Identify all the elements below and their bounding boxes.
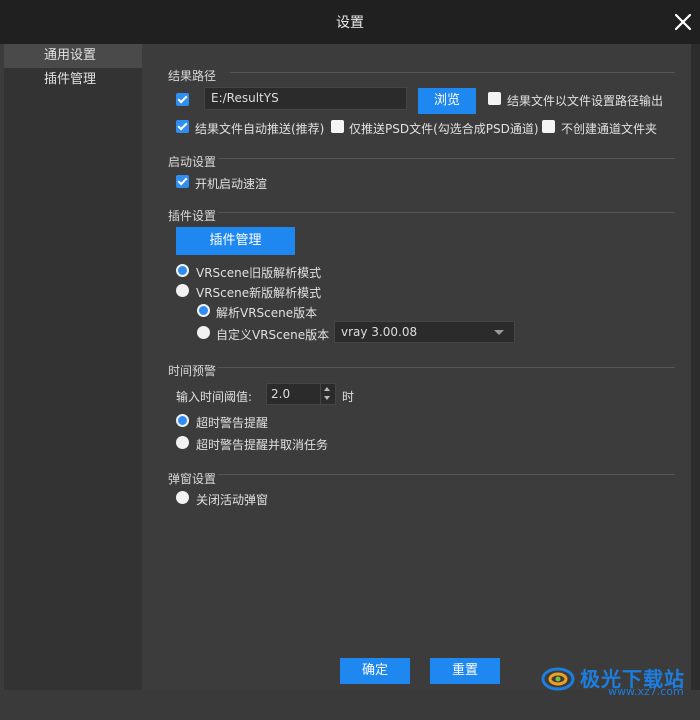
- new-parse-mode-radio[interactable]: [176, 284, 189, 297]
- section-title-result-path: 结果路径: [168, 69, 217, 83]
- output-by-settings-checkbox[interactable]: [488, 92, 501, 105]
- section-title-popup: 弹窗设置: [168, 472, 217, 486]
- threshold-spinbox[interactable]: 2.0: [266, 383, 336, 405]
- quick-render-checkbox[interactable]: [176, 175, 189, 188]
- parse-version-label: 解析VRScene版本: [216, 306, 318, 320]
- no-channel-folder-checkbox[interactable]: [542, 120, 555, 133]
- old-parse-mode-radio[interactable]: [176, 264, 189, 277]
- divider: [218, 158, 675, 159]
- chevron-down-icon: [494, 330, 504, 335]
- new-parse-mode-label: VRScene新版解析模式: [196, 286, 322, 300]
- timeout-warn-cancel-label: 超时警告提醒并取消任务: [196, 438, 329, 452]
- watermark-url: www.xz7.com: [608, 685, 684, 698]
- psd-only-checkbox[interactable]: [331, 120, 344, 133]
- vray-version-select[interactable]: vray 3.00.08: [334, 321, 515, 343]
- auto-push-checkbox[interactable]: [176, 120, 189, 133]
- auto-push-label: 结果文件自动推送(推荐): [195, 122, 325, 136]
- window-title: 设置: [336, 15, 364, 31]
- custom-version-radio[interactable]: [197, 326, 210, 339]
- right-edge: [691, 44, 700, 690]
- close-activity-popup-radio[interactable]: [176, 491, 189, 504]
- sidebar: 通用设置 插件管理: [4, 44, 143, 690]
- vray-version-value: vray 3.00.08: [341, 325, 418, 339]
- plugin-manage-button[interactable]: 插件管理: [176, 227, 295, 255]
- threshold-value: 2.0: [271, 387, 291, 401]
- threshold-label: 输入时间阈值:: [176, 390, 253, 404]
- section-title-startup: 启动设置: [168, 155, 217, 169]
- watermark-swirl-icon: [541, 667, 575, 691]
- timeout-warn-cancel-radio[interactable]: [176, 436, 189, 449]
- result-path-checkbox[interactable]: [176, 93, 189, 106]
- close-icon[interactable]: [672, 11, 694, 33]
- old-parse-mode-label: VRScene旧版解析模式: [196, 266, 322, 280]
- output-by-settings-label: 结果文件以文件设置路径输出: [507, 94, 664, 108]
- sidebar-item-general[interactable]: 通用设置: [4, 44, 142, 68]
- psd-only-label: 仅推送PSD文件(勾选合成PSD通道): [349, 122, 539, 136]
- ok-button[interactable]: 确定: [340, 658, 410, 684]
- divider: [218, 367, 675, 368]
- close-activity-popup-label: 关闭活动弹窗: [196, 493, 269, 507]
- timeout-warn-label: 超时警告提醒: [196, 416, 269, 430]
- spin-down-icon[interactable]: [324, 396, 330, 400]
- timeout-warn-radio[interactable]: [176, 414, 189, 427]
- threshold-unit: 时: [342, 390, 355, 404]
- divider: [218, 474, 675, 475]
- section-title-time-warning: 时间预警: [168, 364, 217, 378]
- browse-button[interactable]: 浏览: [418, 88, 476, 114]
- result-path-input[interactable]: E:/ResultYS: [204, 87, 407, 110]
- quick-render-label: 开机启动速渲: [195, 177, 268, 191]
- no-channel-folder-label: 不创建通道文件夹: [561, 122, 658, 136]
- spin-up-icon[interactable]: [324, 387, 330, 391]
- divider: [218, 212, 675, 213]
- parse-version-radio[interactable]: [197, 304, 210, 317]
- divider: [230, 72, 675, 73]
- sidebar-item-plugins[interactable]: 插件管理: [4, 68, 142, 92]
- spin-arrows[interactable]: [320, 384, 335, 404]
- watermark-logo: 极光下载站 www.xz7.com: [538, 661, 698, 698]
- reset-button[interactable]: 重置: [430, 658, 500, 684]
- custom-version-label: 自定义VRScene版本: [216, 328, 330, 342]
- settings-panel: 结果路径 E:/ResultYS 浏览 结果文件以文件设置路径输出 结果文件自动…: [142, 44, 691, 690]
- section-title-plugins: 插件设置: [168, 209, 217, 223]
